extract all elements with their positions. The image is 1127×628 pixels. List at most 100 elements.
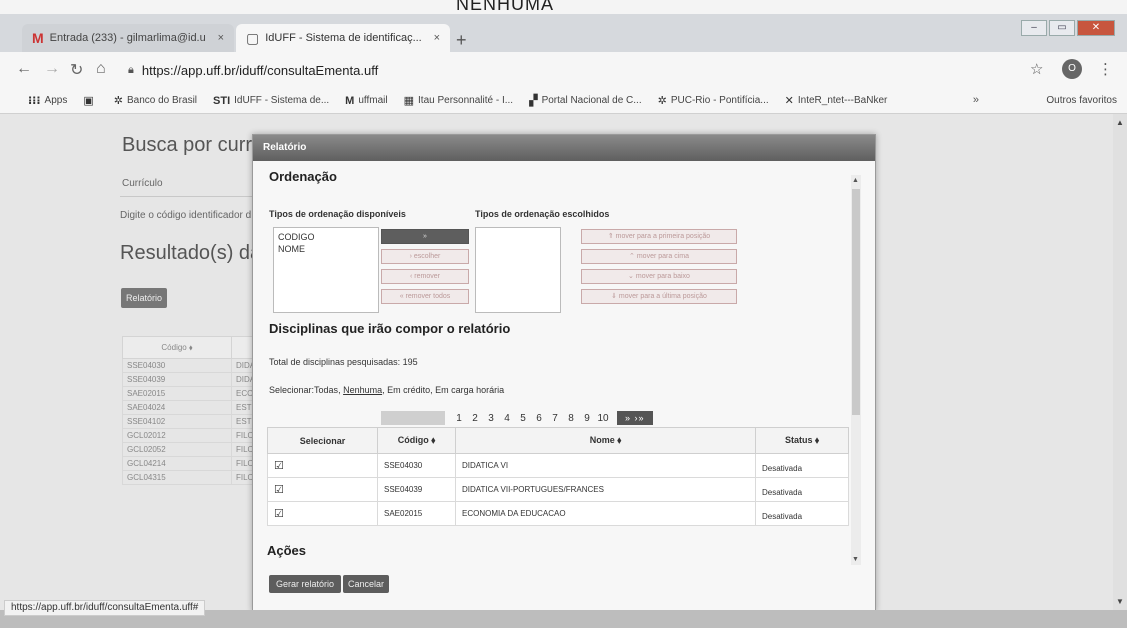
option-nome[interactable]: NOME: [278, 243, 374, 255]
bookmark-item[interactable]: ⁝⁝⁝ Apps: [28, 94, 67, 107]
select-checkbox[interactable]: ☑: [267, 477, 378, 502]
bookmark-label: uffmail: [358, 95, 388, 106]
bookmark-item[interactable]: Muffmail: [345, 95, 387, 107]
total-disciplinas: Total de disciplinas pesquisadas: 195: [269, 357, 418, 367]
nome-cell: ECONOMIA DA EDUCACAO: [455, 501, 756, 526]
scroll-thumb[interactable]: [852, 189, 860, 415]
bookmark-label: InteR_ntet---BaNker: [797, 95, 888, 106]
browser-tabstrip: M Entrada (233) - gilmarlima@id.u × ▢ Id…: [0, 14, 1127, 52]
bookmark-item[interactable]: ✲ PUC-Rio - Pontifícia...: [658, 94, 769, 107]
bookmark-star-icon[interactable]: ☆: [1030, 60, 1043, 78]
nome-column-header[interactable]: Nome ⬧: [455, 427, 756, 454]
codigo-cell: SSE04102: [122, 414, 232, 429]
move-down-button[interactable]: ⌄ mover para baixo: [581, 269, 737, 284]
page-number-link[interactable]: 4: [499, 413, 515, 424]
background-results-table: Código ⬧ SSE04030 DIDA SSE04039 DIDA SAE0201…: [122, 336, 258, 485]
move-all-right-button[interactable]: »: [381, 229, 469, 244]
page-number-link[interactable]: 7: [547, 413, 563, 424]
select-hours-link[interactable]: Em carga horária: [435, 385, 504, 395]
bookmark-label: Apps: [44, 95, 68, 106]
window-close-button[interactable]: ✕: [1077, 20, 1115, 36]
table-row: ☑ SSE04039 DIDATICA VII-PORTUGUES/FRANCES D…: [267, 477, 849, 502]
select-all-link[interactable]: Todas: [314, 385, 338, 395]
scroll-up-icon[interactable]: ▲: [1116, 118, 1124, 127]
status-cell: Desativada: [755, 453, 849, 478]
forward-arrow-icon[interactable]: →: [44, 60, 60, 78]
bookmark-item[interactable]: ✲ Banco do Brasil: [114, 94, 197, 107]
move-up-button[interactable]: ⌃ mover para cima: [581, 249, 737, 264]
select-none-link[interactable]: Nenhuma: [343, 385, 382, 395]
page-number-link[interactable]: 6: [531, 413, 547, 424]
page-number-link[interactable]: 5: [515, 413, 531, 424]
address-bar[interactable]: 🔒︎ https://app.uff.br/iduff/consultaEmen…: [128, 58, 1008, 82]
codigo-column-header[interactable]: Código ⬧: [377, 427, 456, 454]
pager-next-button[interactable]: » ›»: [617, 411, 653, 425]
remove-button[interactable]: ‹ remover: [381, 269, 469, 284]
bookmark-item[interactable]: STI IdUFF - Sistema de...: [213, 95, 329, 107]
table-row: GCL04214 FILO: [122, 456, 258, 471]
tab-iduff[interactable]: ▢ IdUFF - Sistema de identificaç... ×: [236, 24, 450, 52]
pager-first-button[interactable]: [381, 411, 445, 425]
page-number-link[interactable]: 10: [595, 413, 611, 424]
table-row: GCL02012 FILO: [122, 428, 258, 443]
move-first-button[interactable]: ⇑ mover para a primeira posição: [581, 229, 737, 244]
other-bookmarks[interactable]: Outros favoritos: [1046, 95, 1117, 106]
move-last-button[interactable]: ⇓ mover para a última posição: [581, 289, 737, 304]
bookmark-item[interactable]: ▣: [83, 94, 97, 107]
bookmark-item[interactable]: ▞ Portal Nacional de C...: [529, 94, 642, 107]
menu-kebab-icon[interactable]: ⋮: [1098, 60, 1113, 78]
close-tab-icon[interactable]: ×: [218, 32, 224, 44]
chosen-options-list[interactable]: [475, 227, 561, 313]
maximize-button[interactable]: ▭: [1049, 20, 1075, 36]
report-button[interactable]: Relatório: [121, 288, 167, 308]
status-cell: Desativada: [755, 477, 849, 502]
codigo-cell: GCL02012: [122, 428, 232, 443]
select-credit-link[interactable]: Em crédito: [387, 385, 430, 395]
option-codigo[interactable]: CODIGO: [278, 231, 374, 243]
chosen-label: Tipos de ordenação escolhidos: [475, 209, 610, 219]
codigo-column-header[interactable]: Código ⬧: [122, 336, 232, 359]
bookmark-item[interactable]: ✕ InteR_ntet---BaNker: [785, 94, 888, 107]
scroll-down-icon[interactable]: ▼: [1116, 597, 1124, 606]
gmail-icon: M: [32, 30, 44, 46]
page-scrollbar[interactable]: ▲ ▼: [1113, 114, 1127, 610]
select-prefix: Selecionar:: [269, 385, 315, 395]
tab-gmail[interactable]: M Entrada (233) - gilmarlima@id.u ×: [22, 24, 234, 52]
page-number-link[interactable]: 9: [579, 413, 595, 424]
available-options-list[interactable]: CODIGO NOME: [273, 227, 379, 313]
curriculo-input[interactable]: [120, 196, 260, 197]
bookmarks-more-icon[interactable]: »: [973, 94, 979, 106]
select-checkbox[interactable]: ☑: [267, 453, 378, 478]
generate-report-button[interactable]: Gerar relatório: [269, 575, 341, 593]
bookmark-label: Portal Nacional de C...: [541, 95, 642, 106]
new-tab-button[interactable]: +: [456, 30, 467, 51]
acoes-title: Ações: [267, 543, 307, 558]
home-icon[interactable]: ⌂: [96, 60, 106, 78]
select-checkbox[interactable]: ☑: [267, 501, 378, 526]
choose-button[interactable]: › escolher: [381, 249, 469, 264]
bookmark-item[interactable]: ▦ Itau Personnalité - I...: [404, 94, 513, 107]
browser-toolbar: ← → ↻ ⌂ 🔒︎ https://app.uff.br/iduff/cons…: [0, 52, 1127, 88]
available-label: Tipos de ordenação disponíveis: [269, 209, 406, 219]
back-arrow-icon[interactable]: ←: [16, 60, 32, 78]
page-number-link[interactable]: 1: [451, 413, 467, 424]
page-number-link[interactable]: 8: [563, 413, 579, 424]
cancel-button[interactable]: Cancelar: [343, 575, 389, 593]
scroll-up-icon[interactable]: ▲: [852, 177, 859, 184]
page-number-link[interactable]: 3: [483, 413, 499, 424]
close-tab-icon[interactable]: ×: [434, 32, 440, 44]
status-column-header[interactable]: Status ⬧: [755, 427, 849, 454]
minimize-button[interactable]: –: [1021, 20, 1047, 36]
bookmark-icon: ✕: [784, 95, 794, 107]
tab-label: Entrada (233) - gilmarlima@id.u: [49, 32, 206, 44]
ordenacao-title: Ordenação: [269, 169, 337, 184]
profile-avatar[interactable]: O: [1062, 59, 1082, 79]
bookmark-label: IdUFF - Sistema de...: [234, 95, 330, 106]
reload-icon[interactable]: ↻: [70, 60, 83, 80]
codigo-cell: SAE02015: [122, 386, 232, 401]
table-row: ☑ SSE04030 DIDATICA VI Desativada: [267, 453, 849, 478]
scroll-down-icon[interactable]: ▼: [852, 556, 859, 563]
remove-all-button[interactable]: « remover todos: [381, 289, 469, 304]
url-text: https://app.uff.br/iduff/consultaEmenta.…: [141, 62, 379, 78]
page-number-link[interactable]: 2: [467, 413, 483, 424]
